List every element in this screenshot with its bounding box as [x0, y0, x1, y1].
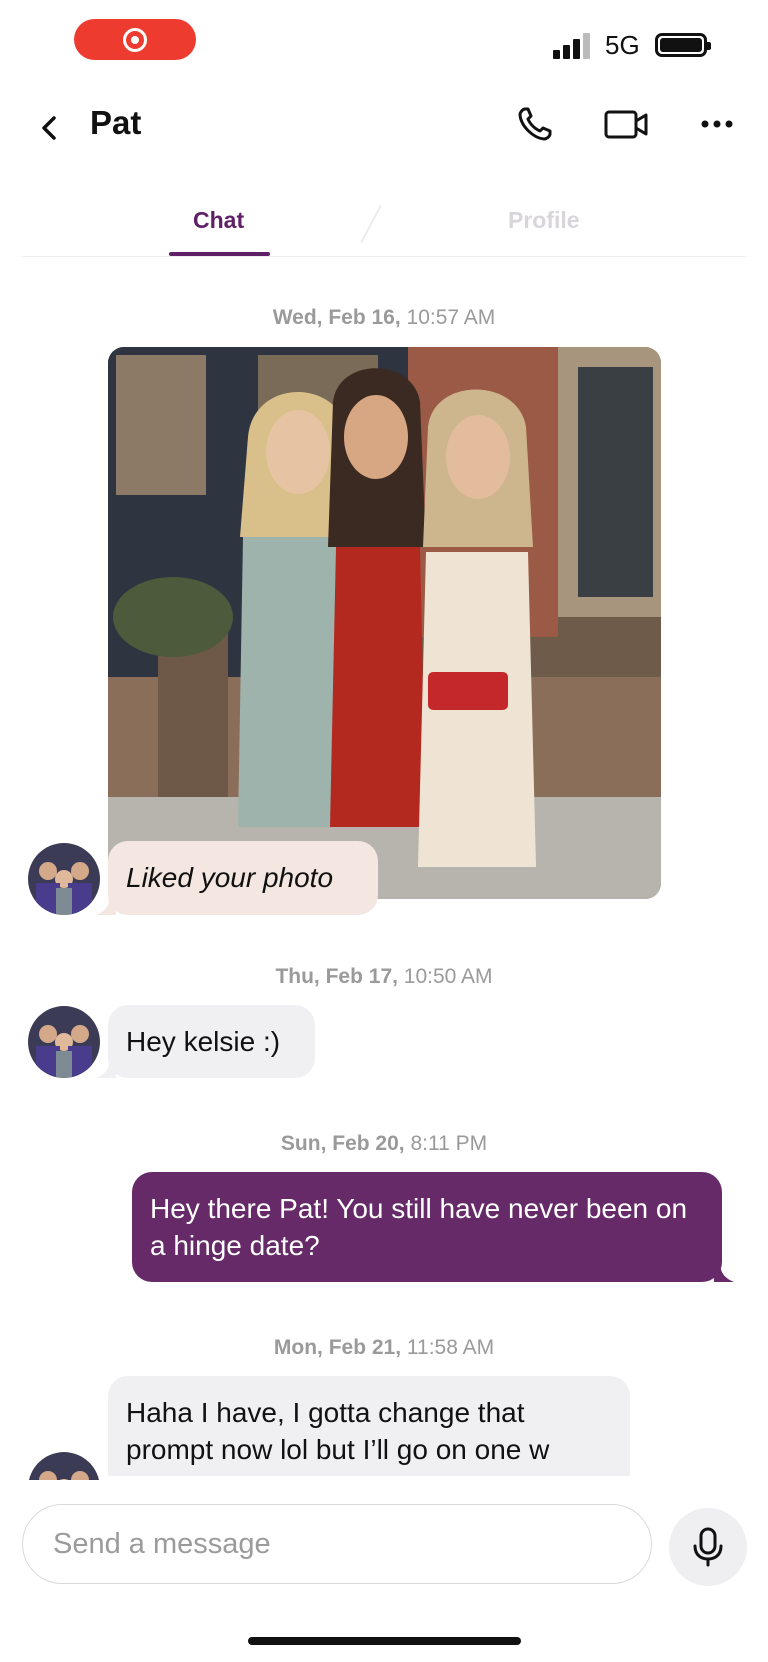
- back-button[interactable]: [30, 108, 70, 148]
- record-icon: [123, 27, 147, 52]
- video-icon: [604, 110, 648, 139]
- timestamp: Sun, Feb 20, 8:11 PM: [280, 1132, 488, 1155]
- avatar-image: [28, 1006, 100, 1078]
- avatar[interactable]: [28, 1452, 100, 1480]
- tab-chat[interactable]: Chat: [193, 207, 244, 234]
- network-type: 5G: [605, 30, 640, 60]
- call-button[interactable]: [513, 102, 557, 146]
- voice-message-button[interactable]: [669, 1508, 747, 1586]
- tab-profile[interactable]: Profile: [508, 207, 580, 234]
- battery-icon: [655, 33, 711, 57]
- more-options-button[interactable]: [697, 102, 741, 146]
- avatar[interactable]: [28, 1006, 100, 1078]
- chevron-left-icon: [42, 116, 56, 140]
- avatar[interactable]: [28, 843, 100, 915]
- outgoing-message[interactable]: Hey there Pat! You still have never been…: [132, 1172, 722, 1282]
- phone-icon: [518, 107, 552, 141]
- message-input-container[interactable]: [22, 1504, 652, 1584]
- signal-icon: [553, 33, 593, 59]
- home-indicator[interactable]: [248, 1637, 521, 1645]
- screen-recording-indicator[interactable]: [74, 19, 196, 60]
- incoming-message[interactable]: Haha I have, I gotta change that prompt …: [108, 1376, 630, 1476]
- contact-name[interactable]: Pat: [90, 104, 141, 142]
- liked-photo[interactable]: [108, 347, 661, 899]
- more-icon: [701, 120, 733, 128]
- timestamp: Mon, Feb 21, 11:58 AM: [273, 1336, 495, 1359]
- message-input[interactable]: [51, 1527, 615, 1562]
- group-photo-image: [108, 347, 661, 899]
- tabs-divider: [22, 256, 746, 257]
- video-call-button[interactable]: [602, 102, 654, 146]
- microphone-icon: [693, 1527, 723, 1567]
- liked-photo-message[interactable]: Liked your photo: [108, 841, 378, 915]
- avatar-image: [28, 1452, 100, 1480]
- tab-divider: [360, 204, 382, 244]
- timestamp: Wed, Feb 16, 10:57 AM: [272, 306, 496, 329]
- bubble-tail: [714, 1262, 734, 1282]
- timestamp: Thu, Feb 17, 10:50 AM: [275, 965, 493, 988]
- incoming-message[interactable]: Hey kelsie :): [108, 1005, 315, 1078]
- avatar-image: [28, 843, 100, 915]
